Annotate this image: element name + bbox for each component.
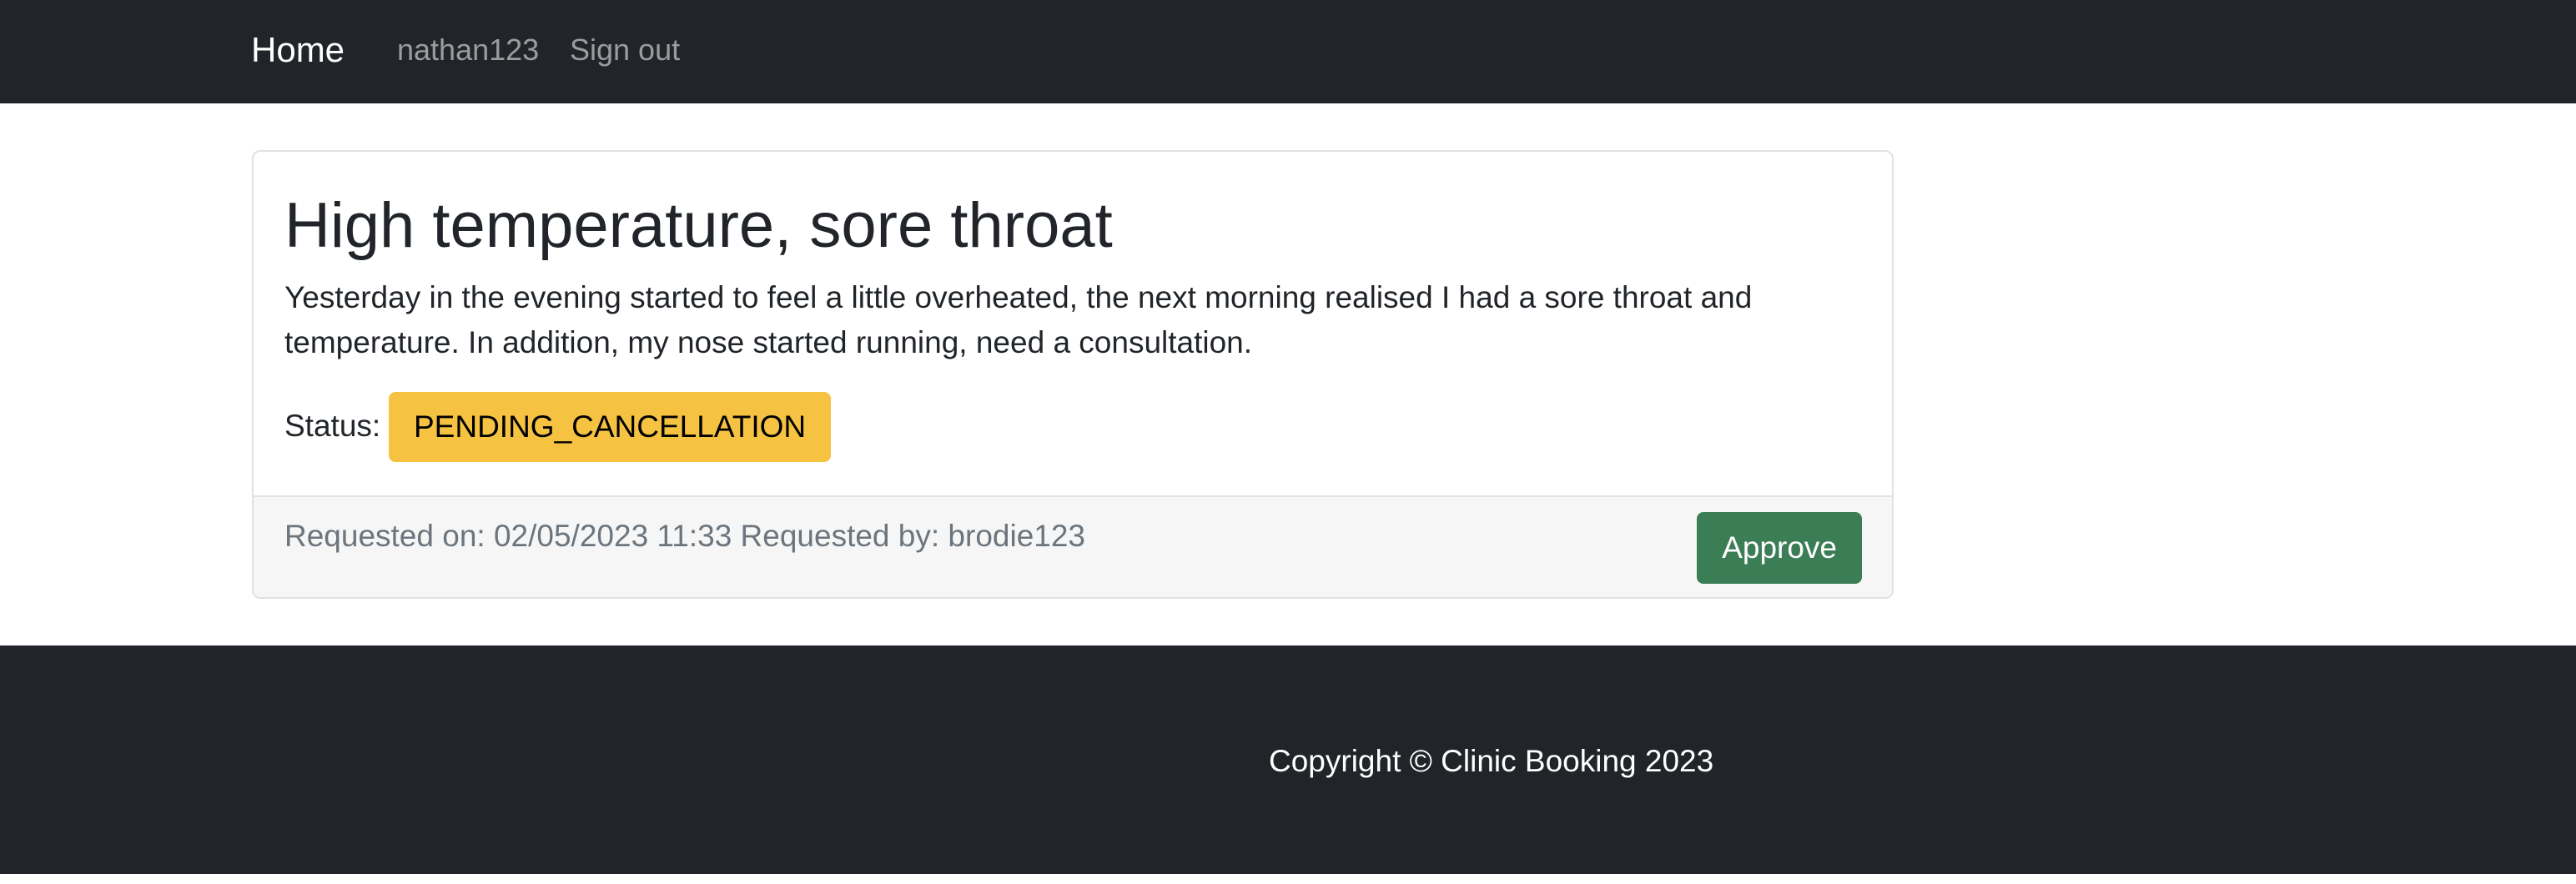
home-link[interactable]: Home xyxy=(251,25,345,75)
sign-out-link[interactable]: Sign out xyxy=(570,27,680,73)
request-meta: Requested on: 02/05/2023 11:33 Requested… xyxy=(284,519,1086,553)
status-badge: PENDING_CANCELLATION xyxy=(389,392,832,462)
approve-button[interactable]: Approve xyxy=(1697,512,1862,584)
request-title: High temperature, sore throat xyxy=(284,190,1113,261)
request-description: Yesterday in the evening started to feel… xyxy=(284,280,1753,359)
status-label: Status: xyxy=(284,409,381,443)
page-footer: Copyright © Clinic Booking 2023 xyxy=(0,645,2576,874)
user-link[interactable]: nathan123 xyxy=(397,27,539,73)
card-footer: Requested on: 02/05/2023 11:33 Requested… xyxy=(254,495,1892,597)
top-navbar: Home nathan123 Sign out xyxy=(0,0,2576,103)
request-card: High temperature, sore throat Yesterday … xyxy=(252,150,1894,599)
copyright-text: Copyright © Clinic Booking 2023 xyxy=(1269,744,1714,778)
